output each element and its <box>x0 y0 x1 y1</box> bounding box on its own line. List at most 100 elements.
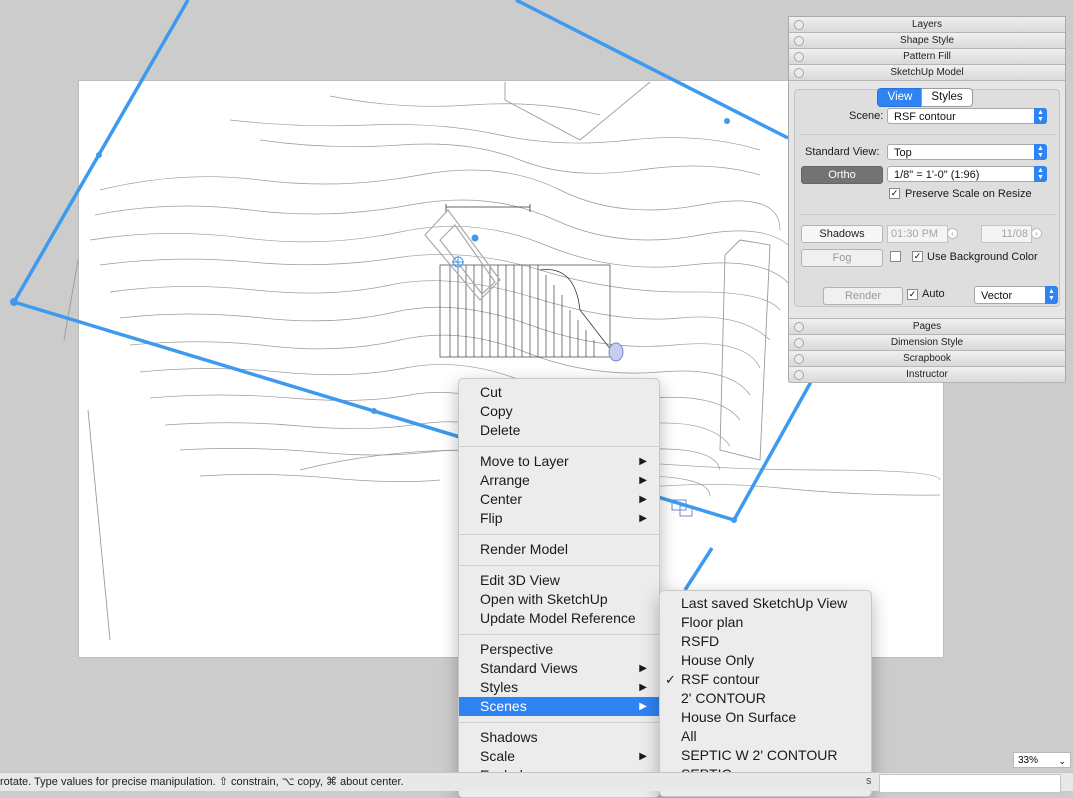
status-bar: rotate. Type values for precise manipula… <box>0 772 1073 793</box>
menu-item-render-model[interactable]: Render Model <box>459 540 659 559</box>
menu-item-label: Copy <box>480 403 513 419</box>
pane-toggle-icon[interactable] <box>794 370 804 380</box>
auto-checkbox[interactable]: ✓ <box>907 289 918 300</box>
date-value: 11/08 <box>1001 228 1028 240</box>
menu-item-open-with-sketchup[interactable]: Open with SketchUp <box>459 590 659 609</box>
fog-button[interactable]: Fog <box>801 249 883 267</box>
pane-toggle-icon[interactable] <box>794 52 804 62</box>
scene-item-all[interactable]: All <box>660 727 871 746</box>
submenu-arrow-icon: ▶ <box>639 475 647 486</box>
menu-item-perspective[interactable]: Perspective <box>459 640 659 659</box>
scale-select[interactable]: 1/8" = 1'-0" (1:96) ▲ ▼ <box>887 166 1047 182</box>
menu-item-label: Shadows <box>480 729 538 745</box>
menu-item-move-to-layer[interactable]: Move to Layer ▶ <box>459 452 659 471</box>
scene-item-floor-plan[interactable]: Floor plan <box>660 613 871 632</box>
menu-separator <box>459 565 659 566</box>
pane-title: Shape Style <box>900 35 954 46</box>
pane-toggle-icon[interactable] <box>794 36 804 46</box>
scene-item-septic-w-2-contour[interactable]: SEPTIC W 2' CONTOUR <box>660 746 871 765</box>
pane-header-dimension-style[interactable]: Dimension Style <box>789 335 1065 351</box>
pane-toggle-icon[interactable] <box>794 20 804 30</box>
menu-separator <box>459 722 659 723</box>
zoom-value: 33% <box>1018 755 1039 766</box>
pane-header-pattern-fill[interactable]: Pattern Fill <box>789 49 1065 65</box>
render-button[interactable]: Render <box>823 287 903 305</box>
scene-item-label: House On Surface <box>681 709 797 725</box>
date-field: 11/08 <box>981 225 1032 243</box>
render-mode-select[interactable]: Vector ▲ ▼ <box>974 286 1058 304</box>
ortho-button[interactable]: Ortho <box>801 166 883 184</box>
menu-item-flip[interactable]: Flip ▶ <box>459 509 659 528</box>
measurements-label: s <box>866 775 872 787</box>
context-menu[interactable]: Cut Copy Delete Move to Layer ▶ Arrange ▶ Cente… <box>458 378 660 798</box>
scene-item-last-saved-sketchup-view[interactable]: Last saved SketchUp View <box>660 594 871 613</box>
menu-item-center[interactable]: Center ▶ <box>459 490 659 509</box>
date-stepper-icon: ‹ <box>1031 228 1042 239</box>
menu-item-label: Scale <box>480 748 516 764</box>
scene-item-house-only[interactable]: House Only <box>660 651 871 670</box>
use-background-label: Use Background Color <box>927 251 1038 263</box>
scene-label: Scene: <box>849 110 884 122</box>
menu-item-edit-3d-view[interactable]: Edit 3D View <box>459 571 659 590</box>
standard-view-select[interactable]: Top ▲ ▼ <box>887 144 1047 160</box>
scene-item-label: House Only <box>681 652 755 668</box>
menu-item-scale[interactable]: Scale ▶ <box>459 747 659 766</box>
menu-item-cut[interactable]: Cut <box>459 383 659 402</box>
scene-value: RSF contour <box>894 111 956 123</box>
pane-title: Layers <box>911 19 942 30</box>
pane-header-pages[interactable]: Pages <box>789 319 1065 335</box>
pane-title: Pattern Fill <box>903 51 951 62</box>
menu-item-label: Move to Layer <box>480 453 569 469</box>
property-lines <box>63 81 771 641</box>
scene-item-rsf-contour[interactable]: ✓ RSF contour <box>660 670 871 689</box>
selection-frame <box>12 0 824 591</box>
menu-item-copy[interactable]: Copy <box>459 402 659 421</box>
menu-separator <box>459 534 659 535</box>
menu-item-scenes[interactable]: Scenes ▶ <box>459 697 659 716</box>
pane-toggle-icon[interactable] <box>794 338 804 348</box>
inspector-panel: Layers Shape Style Pattern Fill SketchUp Mo… <box>788 16 1066 383</box>
menu-item-styles[interactable]: Styles ▶ <box>459 678 659 697</box>
scene-item-2-contour[interactable]: 2' CONTOUR <box>660 689 871 708</box>
pane-toggle-icon[interactable] <box>794 354 804 364</box>
menu-item-label: Arrange <box>480 472 530 488</box>
scene-item-rsfd[interactable]: RSFD <box>660 632 871 651</box>
tab-styles[interactable]: Styles <box>921 88 973 107</box>
menu-item-standard-views[interactable]: Standard Views ▶ <box>459 659 659 678</box>
scene-select[interactable]: RSF contour ▲ ▼ <box>887 108 1047 124</box>
pane-header-shape-style[interactable]: Shape Style <box>789 33 1065 49</box>
pane-header-sketchup-model[interactable]: SketchUp Model <box>789 65 1065 81</box>
pane-header-layers[interactable]: Layers <box>789 17 1065 33</box>
menu-item-shadows[interactable]: Shadows <box>459 728 659 747</box>
pane-header-instructor[interactable]: Instructor <box>789 367 1065 383</box>
measurements-input[interactable] <box>879 774 1061 793</box>
chevron-down-icon: ⌄ <box>1058 756 1066 766</box>
menu-item-label: Delete <box>480 422 521 438</box>
pane-title: Instructor <box>906 369 948 380</box>
menu-item-delete[interactable]: Delete <box>459 421 659 440</box>
submenu-arrow-icon: ▶ <box>639 682 647 693</box>
stepper-icon: ▲ ▼ <box>1034 144 1047 160</box>
pane-header-scrapbook[interactable]: Scrapbook <box>789 351 1065 367</box>
scene-item-label: Floor plan <box>681 614 744 630</box>
zoom-select[interactable]: 33% ⌄ <box>1013 752 1071 768</box>
pane-toggle-icon[interactable] <box>794 68 804 78</box>
fog-color-swatch[interactable] <box>890 251 901 262</box>
menu-item-label: Standard Views <box>480 660 578 676</box>
menu-item-label: Render Model <box>480 541 568 557</box>
scenes-submenu[interactable]: Last saved SketchUp View Floor plan RSFD Ho… <box>659 590 872 797</box>
scene-item-house-on-surface[interactable]: House On Surface <box>660 708 871 727</box>
time-value: 01:30 PM <box>891 228 939 240</box>
tab-view[interactable]: View <box>877 88 923 107</box>
menu-item-label: Scenes <box>480 698 527 714</box>
submenu-arrow-icon: ▶ <box>639 513 647 524</box>
shadows-button[interactable]: Shadows <box>801 225 883 243</box>
preserve-scale-checkbox[interactable]: ✓ <box>889 188 900 199</box>
submenu-arrow-icon: ▶ <box>639 751 647 762</box>
menu-item-arrange[interactable]: Arrange ▶ <box>459 471 659 490</box>
menu-item-label: Cut <box>480 384 502 400</box>
menu-item-update-model-reference[interactable]: Update Model Reference <box>459 609 659 628</box>
use-background-checkbox[interactable]: ✓ <box>912 251 923 262</box>
scale-value: 1/8" = 1'-0" (1:96) <box>894 169 980 181</box>
pane-toggle-icon[interactable] <box>794 322 804 332</box>
